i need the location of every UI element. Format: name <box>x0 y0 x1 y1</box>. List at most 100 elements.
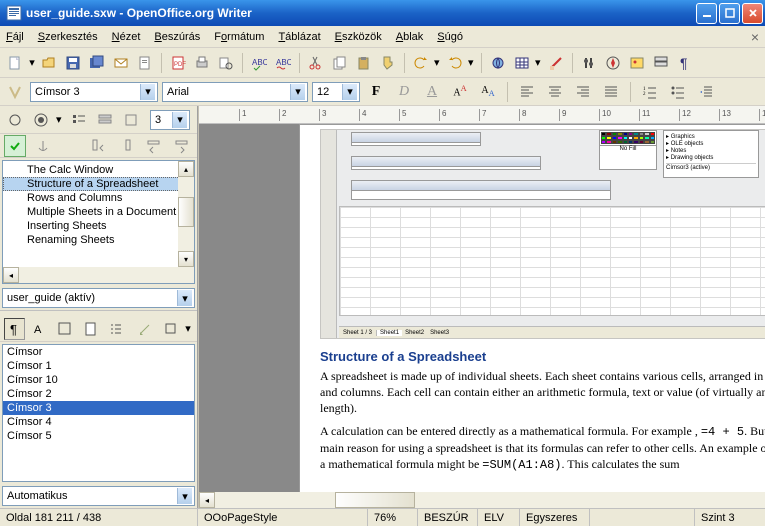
nav-set-icon[interactable] <box>120 109 142 131</box>
page-styles-icon[interactable] <box>80 318 101 340</box>
style-item[interactable]: Címsor 5 <box>3 429 194 443</box>
nav-item[interactable]: Rows and Columns <box>3 191 194 205</box>
nav-list-icon[interactable] <box>68 109 90 131</box>
formatbrush-button[interactable] <box>377 52 399 74</box>
char-styles-icon[interactable]: A <box>29 318 50 340</box>
print-button[interactable] <box>191 52 213 74</box>
menu-file[interactable]: Fájl <box>6 31 24 43</box>
align-justify-button[interactable] <box>599 81 623 103</box>
doc-close-icon[interactable]: × <box>751 29 759 45</box>
nav-green-icon[interactable] <box>4 135 26 157</box>
style-item[interactable]: Címsor <box>3 345 194 359</box>
decrease-indent-button[interactable] <box>694 81 718 103</box>
minimize-button[interactable] <box>696 3 717 24</box>
spellcheck-button[interactable]: ABC <box>248 52 270 74</box>
menu-format[interactable]: Formátum <box>214 31 264 43</box>
align-center-button[interactable] <box>543 81 567 103</box>
nav-toggle-icon[interactable] <box>4 109 26 131</box>
nav-demote-icon[interactable] <box>171 135 193 157</box>
numbered-list-button[interactable]: 12 <box>638 81 662 103</box>
maximize-button[interactable] <box>719 3 740 24</box>
datasources-button[interactable] <box>650 52 672 74</box>
bold-button[interactable]: F <box>364 81 388 103</box>
nonprinting-button[interactable]: ¶ <box>674 52 696 74</box>
italic-button[interactable]: D <box>392 81 416 103</box>
table-dropdown[interactable]: ▾ <box>535 56 543 69</box>
menu-edit[interactable]: Szerkesztés <box>38 31 98 43</box>
menu-table[interactable]: Táblázat <box>278 31 320 43</box>
nav-tree[interactable]: The Calc Window Structure of a Spreadshe… <box>2 160 195 284</box>
new-dropdown[interactable]: ▾ <box>28 56 36 69</box>
style-combo[interactable]: Címsor 3▾ <box>30 82 158 102</box>
styles-toggle[interactable] <box>4 81 26 103</box>
pdf-button[interactable]: PDF <box>167 52 189 74</box>
style-item[interactable]: Címsor 10 <box>3 373 194 387</box>
bullet-list-button[interactable] <box>666 81 690 103</box>
style-item[interactable]: Címsor 3 <box>3 401 194 415</box>
nav-moveup-icon[interactable] <box>87 135 109 157</box>
menu-window[interactable]: Ablak <box>396 31 424 43</box>
nav-item[interactable]: Structure of a Spreadsheet <box>3 177 194 191</box>
copy-button[interactable] <box>329 52 351 74</box>
style-item[interactable]: Címsor 1 <box>3 359 194 373</box>
scrollbar[interactable]: ▴▾ <box>178 161 194 283</box>
horizontal-ruler[interactable]: 1234567891011121314151617 <box>199 106 765 124</box>
size-combo[interactable]: 12▾ <box>312 82 360 102</box>
nav-item[interactable]: The Calc Window <box>3 163 194 177</box>
status-insert[interactable]: BESZÚR <box>418 509 478 526</box>
fill-format-icon[interactable] <box>135 318 156 340</box>
email-button[interactable] <box>110 52 132 74</box>
status-pagestyle[interactable]: OOoPageStyle <box>198 509 368 526</box>
saveall-button[interactable] <box>86 52 108 74</box>
nav-item[interactable]: Multiple Sheets in a Document <box>3 205 194 219</box>
align-right-button[interactable] <box>571 81 595 103</box>
nav-movedown-icon[interactable] <box>115 135 137 157</box>
document-viewport[interactable]: No Fill ▸ Graphics ▸ OLE objects ▸ Notes… <box>199 124 765 508</box>
gallery-button[interactable] <box>626 52 648 74</box>
cut-button[interactable] <box>305 52 327 74</box>
style-item[interactable]: Címsor 4 <box>3 415 194 429</box>
autospell-button[interactable]: ABC <box>272 52 294 74</box>
template-button[interactable] <box>134 52 156 74</box>
underline-button[interactable]: A <box>420 81 444 103</box>
superscript-button[interactable]: AA <box>448 81 472 103</box>
para-styles-icon[interactable]: ¶ <box>4 318 25 340</box>
style-item[interactable]: Címsor 2 <box>3 387 194 401</box>
nav-level-combo[interactable]: 3▾ <box>150 110 190 130</box>
navigator-button[interactable] <box>602 52 624 74</box>
status-std[interactable]: ELV <box>478 509 520 526</box>
scrollbar[interactable]: ◂▸ <box>3 267 178 283</box>
nav-anchor-icon[interactable] <box>32 135 54 157</box>
align-left-button[interactable] <box>515 81 539 103</box>
nav-content-icon[interactable] <box>30 109 52 131</box>
nav-promote-icon[interactable] <box>143 135 165 157</box>
hscrollbar[interactable]: ◂ ▸ <box>199 492 765 508</box>
find-button[interactable] <box>578 52 600 74</box>
new-button[interactable] <box>4 52 26 74</box>
undo-button[interactable] <box>410 52 432 74</box>
menu-view[interactable]: Nézet <box>112 31 141 43</box>
nav-item[interactable]: Inserting Sheets <box>3 219 194 233</box>
close-button[interactable] <box>742 3 763 24</box>
redo-dropdown[interactable]: ▾ <box>468 56 476 69</box>
redo-button[interactable] <box>444 52 466 74</box>
nav-doc-combo[interactable]: user_guide (aktív)▾ <box>2 288 195 308</box>
font-combo[interactable]: Arial▾ <box>162 82 308 102</box>
status-level[interactable]: Szint 3 <box>695 509 765 526</box>
preview-button[interactable] <box>215 52 237 74</box>
status-page[interactable]: Oldal 181 211 / 438 <box>0 509 198 526</box>
list-styles-icon[interactable] <box>105 318 126 340</box>
menu-insert[interactable]: Beszúrás <box>154 31 200 43</box>
subscript-button[interactable]: AA <box>476 81 500 103</box>
frame-styles-icon[interactable] <box>55 318 76 340</box>
table-button[interactable] <box>511 52 533 74</box>
open-button[interactable] <box>38 52 60 74</box>
nav-drag-icon[interactable] <box>94 109 116 131</box>
new-style-icon[interactable] <box>160 318 181 340</box>
status-zoom[interactable]: 76% <box>368 509 418 526</box>
styles-mode-combo[interactable]: Automatikus▾ <box>2 486 195 506</box>
styles-list[interactable]: Címsor Címsor 1 Címsor 10 Címsor 2 Címso… <box>2 344 195 482</box>
menu-tools[interactable]: Eszközök <box>335 31 382 43</box>
hyperlink-button[interactable] <box>487 52 509 74</box>
undo-dropdown[interactable]: ▾ <box>434 56 442 69</box>
